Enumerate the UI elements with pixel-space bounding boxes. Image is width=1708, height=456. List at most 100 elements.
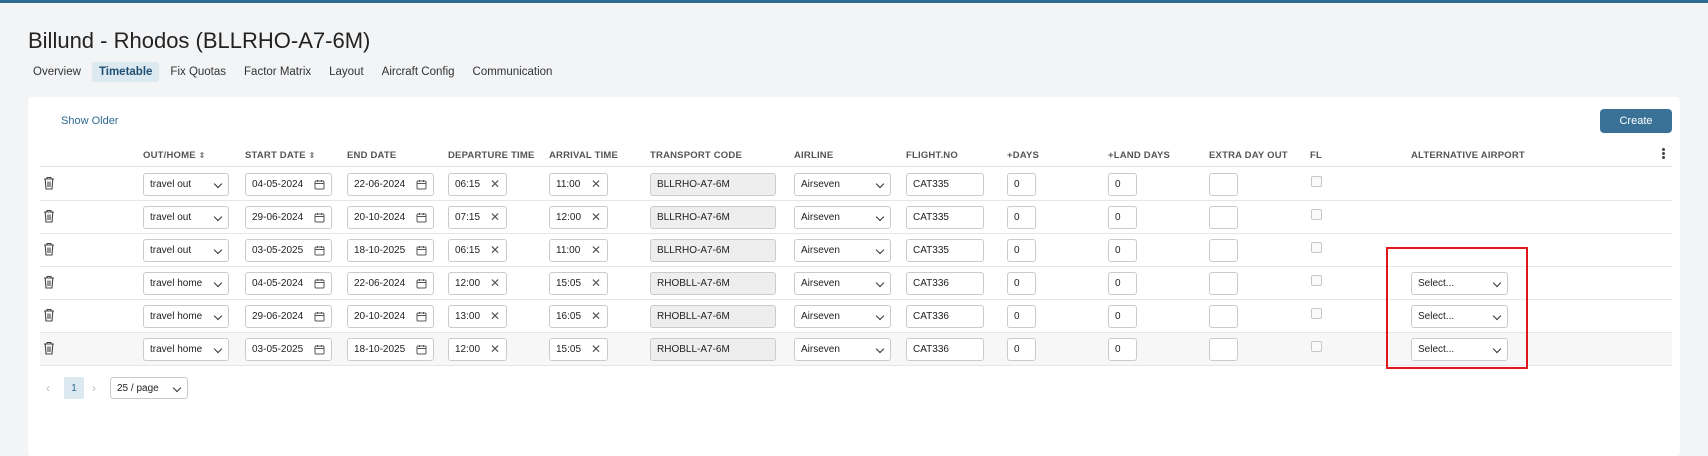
clear-icon[interactable]: ✕: [490, 310, 500, 323]
show-older-link[interactable]: Show Older: [61, 115, 118, 127]
trash-icon[interactable]: [43, 242, 57, 258]
clear-icon[interactable]: ✕: [591, 178, 601, 191]
plus-land-days-input[interactable]: 0: [1108, 305, 1137, 328]
trash-icon[interactable]: [43, 308, 57, 324]
tab-timetable[interactable]: Timetable: [91, 62, 160, 82]
end-date-picker[interactable]: 22-06-2024: [347, 272, 434, 295]
flight-no-input[interactable]: CAT335: [906, 239, 984, 262]
arrival-time-input[interactable]: 12:00 ✕: [549, 206, 608, 229]
trash-icon[interactable]: [43, 176, 57, 192]
col-out-home[interactable]: OUT/HOME ⇕: [143, 150, 206, 161]
plus-days-input[interactable]: 0: [1007, 239, 1036, 262]
plus-land-days-input[interactable]: 0: [1108, 239, 1137, 262]
tab-layout[interactable]: Layout: [322, 62, 371, 82]
end-date-picker[interactable]: 18-10-2025: [347, 239, 434, 262]
end-date-picker[interactable]: 18-10-2025: [347, 338, 434, 361]
airline-select[interactable]: Airseven: [794, 173, 891, 196]
departure-time-input[interactable]: 13:00 ✕: [448, 305, 507, 328]
fl-checkbox[interactable]: [1311, 275, 1322, 286]
direction-select[interactable]: travel home: [143, 305, 229, 328]
fl-checkbox[interactable]: [1311, 209, 1322, 220]
tab-communication[interactable]: Communication: [466, 62, 560, 82]
create-button[interactable]: Create: [1600, 109, 1672, 133]
clear-icon[interactable]: ✕: [490, 244, 500, 257]
trash-icon[interactable]: [43, 209, 57, 225]
arrival-time-input[interactable]: 11:00 ✕: [549, 239, 608, 262]
flight-no-input[interactable]: CAT336: [906, 338, 984, 361]
end-date-picker[interactable]: 22-06-2024: [347, 173, 434, 196]
arrival-time-input[interactable]: 15:05 ✕: [549, 272, 608, 295]
tab-aircraft-config[interactable]: Aircraft Config: [375, 62, 462, 82]
direction-select[interactable]: travel home: [143, 272, 229, 295]
departure-time-input[interactable]: 06:15 ✕: [448, 239, 507, 262]
extra-day-out-input[interactable]: [1209, 272, 1238, 295]
plus-land-days-input[interactable]: 0: [1108, 206, 1137, 229]
plus-land-days-input[interactable]: 0: [1108, 338, 1137, 361]
plus-land-days-input[interactable]: 0: [1108, 272, 1137, 295]
fl-checkbox[interactable]: [1311, 308, 1322, 319]
fl-checkbox[interactable]: [1311, 242, 1322, 253]
next-page-icon[interactable]: ›: [92, 381, 96, 395]
page-size-select[interactable]: 25 / page: [110, 377, 188, 399]
clear-icon[interactable]: ✕: [591, 343, 601, 356]
clear-icon[interactable]: ✕: [591, 310, 601, 323]
plus-days-input[interactable]: 0: [1007, 338, 1036, 361]
plus-land-days-input[interactable]: 0: [1108, 173, 1137, 196]
direction-select[interactable]: travel out: [143, 206, 229, 229]
departure-time-input[interactable]: 12:00 ✕: [448, 272, 507, 295]
clear-icon[interactable]: ✕: [490, 211, 500, 224]
end-date-picker[interactable]: 20-10-2024: [347, 305, 434, 328]
tab-overview[interactable]: Overview: [26, 62, 88, 82]
plus-days-input[interactable]: 0: [1007, 173, 1036, 196]
clear-icon[interactable]: ✕: [490, 277, 500, 290]
start-date-picker[interactable]: 29-06-2024: [245, 206, 332, 229]
airline-select[interactable]: Airseven: [794, 239, 891, 262]
prev-page-icon[interactable]: ‹: [46, 381, 50, 395]
tab-fix-quotas[interactable]: Fix Quotas: [163, 62, 233, 82]
airline-select[interactable]: Airseven: [794, 305, 891, 328]
page-1-button[interactable]: 1: [64, 377, 84, 399]
start-date-picker[interactable]: 04-05-2024: [245, 173, 332, 196]
flight-no-input[interactable]: CAT336: [906, 272, 984, 295]
start-date-picker[interactable]: 04-05-2024: [245, 272, 332, 295]
fl-checkbox[interactable]: [1311, 341, 1322, 352]
trash-icon[interactable]: [43, 341, 57, 357]
extra-day-out-input[interactable]: [1209, 338, 1238, 361]
direction-select[interactable]: travel out: [143, 239, 229, 262]
start-date-picker[interactable]: 29-06-2024: [245, 305, 332, 328]
flight-no-input[interactable]: CAT335: [906, 206, 984, 229]
end-date-picker[interactable]: 20-10-2024: [347, 206, 434, 229]
column-menu-icon[interactable]: [1661, 147, 1667, 161]
clear-icon[interactable]: ✕: [591, 277, 601, 290]
extra-day-out-input[interactable]: [1209, 239, 1238, 262]
fl-checkbox[interactable]: [1311, 176, 1322, 187]
start-date-picker[interactable]: 03-05-2025: [245, 239, 332, 262]
clear-icon[interactable]: ✕: [490, 343, 500, 356]
tab-factor-matrix[interactable]: Factor Matrix: [237, 62, 318, 82]
clear-icon[interactable]: ✕: [591, 244, 601, 257]
plus-days-input[interactable]: 0: [1007, 305, 1036, 328]
airline-select[interactable]: Airseven: [794, 272, 891, 295]
extra-day-out-input[interactable]: [1209, 206, 1238, 229]
direction-select[interactable]: travel home: [143, 338, 229, 361]
plus-days-input[interactable]: 0: [1007, 272, 1036, 295]
extra-day-out-input[interactable]: [1209, 173, 1238, 196]
extra-day-out-input[interactable]: [1209, 305, 1238, 328]
clear-icon[interactable]: ✕: [490, 178, 500, 191]
arrival-time-input[interactable]: 16:05 ✕: [549, 305, 608, 328]
arrival-time-input[interactable]: 11:00 ✕: [549, 173, 608, 196]
clear-icon[interactable]: ✕: [591, 211, 601, 224]
direction-select[interactable]: travel out: [143, 173, 229, 196]
start-date-picker[interactable]: 03-05-2025: [245, 338, 332, 361]
departure-time-input[interactable]: 07:15 ✕: [448, 206, 507, 229]
col-start-date[interactable]: START DATE ⇕: [245, 150, 316, 161]
departure-time-input[interactable]: 12:00 ✕: [448, 338, 507, 361]
flight-no-input[interactable]: CAT336: [906, 305, 984, 328]
trash-icon[interactable]: [43, 275, 57, 291]
departure-time-input[interactable]: 06:15 ✕: [448, 173, 507, 196]
airline-select[interactable]: Airseven: [794, 338, 891, 361]
airline-select[interactable]: Airseven: [794, 206, 891, 229]
plus-days-input[interactable]: 0: [1007, 206, 1036, 229]
arrival-time-input[interactable]: 15:05 ✕: [549, 338, 608, 361]
flight-no-input[interactable]: CAT335: [906, 173, 984, 196]
